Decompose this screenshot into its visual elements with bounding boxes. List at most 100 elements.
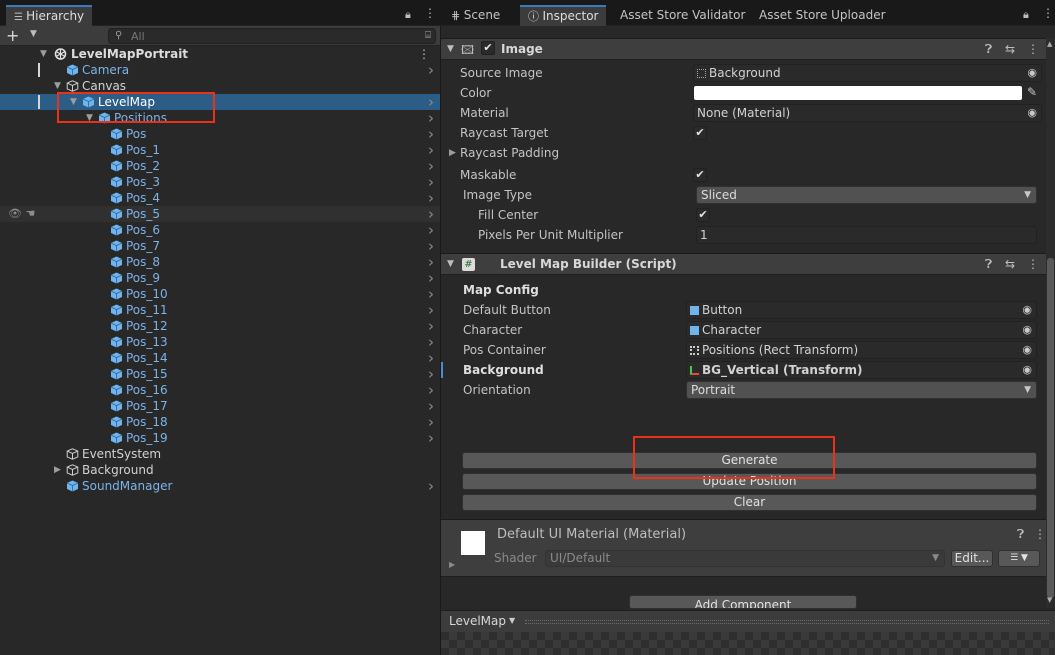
chevron-right-icon[interactable]: › bbox=[428, 414, 434, 430]
hierarchy-item[interactable]: Pos_14 › bbox=[0, 350, 440, 366]
hierarchy-item[interactable]: Pos_1 › bbox=[0, 142, 440, 158]
chevron-right-icon[interactable]: › bbox=[428, 110, 434, 126]
shader-dropdown[interactable]: UI/Default ▼ bbox=[545, 550, 945, 567]
chevron-right-icon[interactable]: › bbox=[428, 270, 434, 286]
hierarchy-item[interactable]: Pos_13 › bbox=[0, 334, 440, 350]
character-field[interactable]: Character ◉ bbox=[686, 321, 1037, 339]
foldout-open-icon[interactable]: ▼ bbox=[40, 46, 47, 62]
hierarchy-item[interactable]: Pos_2 › bbox=[0, 158, 440, 174]
background-field[interactable]: BG_Vertical (Transform) ◉ bbox=[686, 361, 1037, 379]
chevron-right-icon[interactable]: › bbox=[428, 62, 434, 78]
image-enabled-checkbox[interactable]: ✔ bbox=[481, 41, 495, 55]
pos-container-field[interactable]: Positions (Rect Transform) ◉ bbox=[686, 341, 1037, 359]
image-component-header[interactable]: ▼ 🖾 ✔ Image ❓︎ ⇆ ⋮ bbox=[441, 38, 1055, 60]
chevron-right-icon[interactable]: › bbox=[428, 126, 434, 142]
scroll-down-icon[interactable]: ▼ bbox=[1047, 596, 1052, 604]
raycast-target-checkbox[interactable]: ✔ bbox=[693, 126, 707, 140]
chevron-right-icon[interactable]: › bbox=[428, 142, 434, 158]
prop-raycast-padding[interactable]: ▶ Raycast Padding bbox=[441, 143, 1055, 163]
scene-row[interactable]: ▼ LevelMapPortrait ⋮ bbox=[0, 46, 440, 62]
chevron-right-icon[interactable]: › bbox=[428, 238, 434, 254]
chevron-right-icon[interactable]: › bbox=[428, 430, 434, 446]
hierarchy-item[interactable]: Pos_10 › bbox=[0, 286, 440, 302]
component-menu-icon[interactable]: ⋮ bbox=[1034, 527, 1046, 541]
preview-header[interactable]: LevelMap ▼ bbox=[441, 610, 1055, 632]
source-image-field[interactable]: Background ◉ bbox=[693, 64, 1042, 82]
more-menu-icon[interactable]: ⋮ bbox=[424, 6, 436, 20]
hierarchy-item[interactable]: ▶ Background bbox=[0, 462, 440, 478]
orientation-dropdown[interactable]: Portrait ▼ bbox=[686, 381, 1037, 399]
search-input[interactable] bbox=[131, 29, 411, 43]
chevron-down-icon[interactable]: ▼ bbox=[30, 29, 37, 39]
ppu-multiplier-input[interactable]: 1 bbox=[696, 226, 1037, 244]
chevron-right-icon[interactable]: › bbox=[428, 382, 434, 398]
hierarchy-item[interactable]: ▼ Canvas bbox=[0, 78, 440, 94]
hierarchy-item[interactable]: Pos_8 › bbox=[0, 254, 440, 270]
hierarchy-item[interactable]: Pos_3 › bbox=[0, 174, 440, 190]
foldout-open-icon[interactable]: ▼ bbox=[54, 78, 61, 94]
foldout-closed-icon[interactable]: ▶ bbox=[449, 148, 456, 158]
hierarchy-item[interactable]: Pos_16 › bbox=[0, 382, 440, 398]
visibility-icon[interactable]: 👁︎ ☚ bbox=[8, 206, 35, 222]
object-picker-icon[interactable]: ◉ bbox=[1027, 105, 1037, 121]
lock-icon[interactable]: 🔒︎ bbox=[1023, 8, 1029, 22]
search-field[interactable]: ⚲ ⌸ bbox=[108, 28, 436, 44]
chevron-right-icon[interactable]: › bbox=[428, 302, 434, 318]
hierarchy-item[interactable]: Pos_7 › bbox=[0, 238, 440, 254]
hierarchy-item[interactable]: Pos_18 › bbox=[0, 414, 440, 430]
maskable-checkbox[interactable]: ✔ bbox=[693, 168, 707, 182]
help-icon[interactable]: ❓︎ bbox=[985, 42, 992, 57]
component-menu-icon[interactable]: ⋮ bbox=[1027, 257, 1039, 271]
chevron-right-icon[interactable]: › bbox=[428, 222, 434, 238]
scene-menu-icon[interactable]: ⋮ bbox=[418, 46, 430, 62]
chevron-down-icon[interactable]: ▼ bbox=[509, 616, 515, 625]
tab-inspector[interactable]: ⓘ Inspector bbox=[520, 5, 607, 26]
object-picker-icon[interactable]: ◉ bbox=[1022, 302, 1032, 318]
color-swatch[interactable] bbox=[694, 86, 1022, 100]
hierarchy-item[interactable]: ▼ Positions › bbox=[0, 110, 440, 126]
foldout-open-icon[interactable]: ▼ bbox=[447, 44, 454, 54]
lock-icon[interactable]: 🔒︎ bbox=[405, 8, 411, 22]
object-picker-icon[interactable]: ◉ bbox=[1022, 322, 1032, 338]
tab-hierarchy[interactable]: ☰ Hierarchy bbox=[6, 5, 93, 26]
panel-divider[interactable] bbox=[440, 0, 441, 655]
update-position-button[interactable]: Update Position bbox=[462, 473, 1037, 490]
chevron-right-icon[interactable]: › bbox=[428, 350, 434, 366]
chevron-right-icon[interactable]: › bbox=[428, 174, 434, 190]
foldout-closed-icon[interactable]: ▶ bbox=[449, 560, 455, 569]
hierarchy-item[interactable]: Pos_15 › bbox=[0, 366, 440, 382]
hierarchy-item[interactable]: SoundManager › bbox=[0, 478, 440, 494]
chevron-right-icon[interactable]: › bbox=[428, 158, 434, 174]
tab-scene[interactable]: ⋕ Scene bbox=[443, 5, 508, 26]
shader-options-button[interactable]: ☰ ▼ bbox=[998, 550, 1040, 567]
foldout-open-icon[interactable]: ▼ bbox=[447, 259, 454, 269]
chevron-right-icon[interactable]: › bbox=[428, 478, 434, 494]
hierarchy-item[interactable]: Pos_17 › bbox=[0, 398, 440, 414]
chevron-right-icon[interactable]: › bbox=[428, 94, 434, 110]
default-button-field[interactable]: Button ◉ bbox=[686, 301, 1037, 319]
search-filter-icon[interactable]: ⌸ bbox=[425, 30, 431, 41]
chevron-right-icon[interactable]: › bbox=[428, 286, 434, 302]
scrollbar-thumb[interactable] bbox=[1047, 258, 1054, 598]
more-menu-icon[interactable]: ⋮ bbox=[1042, 6, 1054, 20]
hierarchy-item[interactable]: Pos_11 › bbox=[0, 302, 440, 318]
tab-asset-store-uploader[interactable]: Asset Store Uploader bbox=[751, 5, 894, 26]
chevron-right-icon[interactable]: › bbox=[428, 334, 434, 350]
preset-icon[interactable]: ⇆ bbox=[1005, 42, 1015, 56]
foldout-closed-icon[interactable]: ▶ bbox=[54, 462, 61, 478]
object-picker-icon[interactable]: ◉ bbox=[1022, 342, 1032, 358]
generate-button[interactable]: Generate bbox=[462, 452, 1037, 469]
chevron-right-icon[interactable]: › bbox=[428, 366, 434, 382]
edit-shader-button[interactable]: Edit... bbox=[951, 550, 993, 567]
chevron-right-icon[interactable]: › bbox=[428, 398, 434, 414]
hierarchy-item[interactable]: Pos_4 › bbox=[0, 190, 440, 206]
hierarchy-item[interactable]: Camera › bbox=[0, 62, 440, 78]
add-button[interactable]: + bbox=[6, 27, 19, 45]
hierarchy-item[interactable]: EventSystem bbox=[0, 446, 440, 462]
material-field[interactable]: None (Material) ◉ bbox=[693, 104, 1042, 122]
foldout-open-icon[interactable]: ▼ bbox=[70, 94, 77, 110]
help-icon[interactable]: ❓︎ bbox=[985, 257, 992, 272]
hierarchy-item[interactable]: Pos_5 › 👁︎ ☚ bbox=[0, 206, 440, 222]
preview-drag-handle[interactable] bbox=[525, 620, 1049, 624]
builder-component-header[interactable]: ▼ # Level Map Builder (Script) ❓︎ ⇆ ⋮ bbox=[441, 253, 1055, 275]
